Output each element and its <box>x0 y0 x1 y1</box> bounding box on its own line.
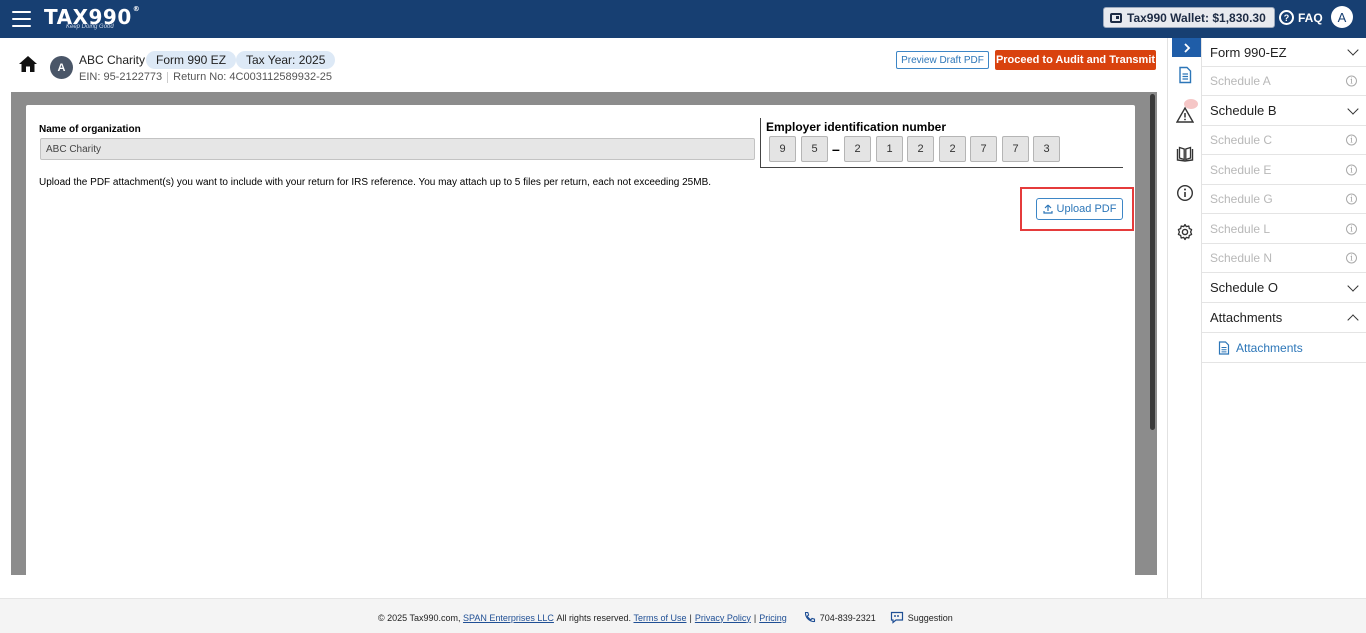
question-icon: ? <box>1279 10 1294 25</box>
ein-digit-box: 2 <box>844 136 871 162</box>
viewer-scrollbar[interactable] <box>1150 94 1155 430</box>
nav-label: Schedule C <box>1210 133 1273 147</box>
chat-icon <box>890 611 903 624</box>
preview-draft-button[interactable]: Preview Draft PDF <box>896 51 989 69</box>
info-icon: i <box>1346 134 1357 146</box>
chevron-right-icon <box>1183 42 1190 53</box>
upload-icon <box>1042 204 1053 214</box>
ein-digit-box: 7 <box>1002 136 1029 162</box>
nav-schedule-b[interactable]: Schedule B <box>1202 96 1366 126</box>
upload-instructions: Upload the PDF attachment(s) you want to… <box>39 177 712 188</box>
info-icon: i <box>1346 252 1357 264</box>
nav-schedule-c[interactable]: Schedule C i <box>1202 126 1366 155</box>
info-icon: i <box>1346 193 1357 205</box>
divider <box>760 167 1123 168</box>
chevron-down-icon <box>1347 279 1359 292</box>
nav-label: Schedule N <box>1210 251 1273 265</box>
document-icon <box>1218 340 1230 355</box>
top-bar: TAX990® Keep Doing Good Tax990 Wallet: $… <box>0 0 1366 38</box>
nav-schedule-a[interactable]: Schedule A i <box>1202 67 1366 96</box>
nav-schedule-g[interactable]: Schedule G i <box>1202 185 1366 214</box>
gear-icon[interactable] <box>1176 223 1194 241</box>
divider <box>760 118 761 168</box>
org-name-field: ABC Charity <box>40 138 755 160</box>
book-icon[interactable] <box>1176 145 1194 163</box>
nav-label: Attachments <box>1210 310 1283 325</box>
company-link[interactable]: SPAN Enterprises LLC <box>463 613 554 623</box>
faq-label: FAQ <box>1298 10 1323 25</box>
upload-pdf-button[interactable]: Upload PDF <box>1036 198 1123 220</box>
suggestion-link[interactable]: Suggestion <box>890 611 953 624</box>
sub-item-label: Attachments <box>1236 340 1303 355</box>
nav-form-990ez[interactable]: Form 990-EZ <box>1202 38 1366 67</box>
suggestion-label: Suggestion <box>907 612 953 623</box>
wallet-icon <box>1110 12 1122 23</box>
logo-reg: ® <box>132 5 141 13</box>
nav-label: Schedule B <box>1210 103 1277 118</box>
chevron-down-icon <box>1347 102 1359 115</box>
proceed-audit-button[interactable]: Proceed to Audit and Transmit <box>995 50 1156 70</box>
wallet-label: Tax990 Wallet: $1,830.30 <box>1127 10 1266 25</box>
ein-label: Employer identification number <box>766 120 947 134</box>
org-avatar: A <box>50 56 73 79</box>
ein-digit-box: 1 <box>876 136 903 162</box>
nav-schedule-e[interactable]: Schedule E i <box>1202 155 1366 185</box>
faq-link[interactable]: ? FAQ <box>1279 10 1323 25</box>
nav-attachments-sub[interactable]: Attachments <box>1202 333 1366 363</box>
org-name-label: Name of organization <box>39 124 141 135</box>
tagline: Keep Doing Good <box>66 24 114 30</box>
ein-dash: – <box>832 141 840 157</box>
document-icon[interactable] <box>1176 66 1194 84</box>
footer: © 2025 Tax990.com, SPAN Enterprises LLC … <box>0 598 1366 633</box>
return-info: EIN: 95-2122773 Return No: 4C003112589932… <box>79 71 332 83</box>
phone-number: 704-839-2321 <box>819 612 876 623</box>
warning-icon[interactable] <box>1176 106 1194 124</box>
nav-label: Schedule O <box>1210 280 1278 295</box>
tax-year-badge: Tax Year: 2025 <box>236 51 336 69</box>
privacy-link[interactable]: Privacy Policy <box>695 613 751 623</box>
menu-icon[interactable] <box>12 11 31 27</box>
nav-label: Form 990-EZ <box>1210 44 1287 60</box>
pricing-link[interactable]: Pricing <box>759 613 787 623</box>
chevron-down-icon <box>1347 44 1359 56</box>
collapse-toggle[interactable] <box>1172 38 1201 57</box>
user-avatar[interactable]: A <box>1331 6 1353 28</box>
nav-label: Schedule G <box>1210 192 1273 206</box>
ein-digit-box: 9 <box>769 136 796 162</box>
nav-label: Schedule A <box>1210 74 1271 88</box>
info-icon: i <box>1346 75 1357 87</box>
ein-digit-box: 2 <box>907 136 934 162</box>
nav-schedule-n[interactable]: Schedule N i <box>1202 244 1366 273</box>
info-icon: i <box>1346 164 1357 175</box>
org-name: ABC Charity <box>79 53 146 67</box>
ein-digit-box: 3 <box>1033 136 1060 162</box>
nav-label: Schedule E <box>1210 162 1272 177</box>
rights-text: All rights reserved. <box>556 612 631 623</box>
copyright: © 2025 Tax990.com, <box>378 612 461 623</box>
info-icon: i <box>1346 223 1357 234</box>
ein-digit-box: 5 <box>801 136 828 162</box>
nav-label: Schedule L <box>1210 221 1271 236</box>
ein-text: EIN: 95-2122773 <box>79 71 163 83</box>
wallet-button[interactable]: Tax990 Wallet: $1,830.30 <box>1103 7 1275 28</box>
chevron-up-icon <box>1347 312 1359 326</box>
nav-schedule-l[interactable]: Schedule L i <box>1202 214 1366 244</box>
ein-digit-box: 2 <box>939 136 966 162</box>
upload-pdf-label: Upload PDF <box>1056 203 1117 215</box>
ein-digit-box: 7 <box>970 136 997 162</box>
info-icon[interactable] <box>1176 184 1194 202</box>
return-number: Return No: 4C003112589932-25 <box>173 71 332 83</box>
footer-links: © 2025 Tax990.com, SPAN Enterprises LLC … <box>378 611 953 624</box>
terms-link[interactable]: Terms of Use <box>633 613 686 623</box>
phone-icon <box>804 611 815 623</box>
phone-contact[interactable]: 704-839-2321 <box>803 611 876 624</box>
nav-attachments[interactable]: Attachments <box>1202 303 1366 333</box>
home-icon[interactable] <box>18 55 38 73</box>
nav-schedule-o[interactable]: Schedule O <box>1202 273 1366 303</box>
form-badge: Form 990 EZ <box>146 51 237 69</box>
